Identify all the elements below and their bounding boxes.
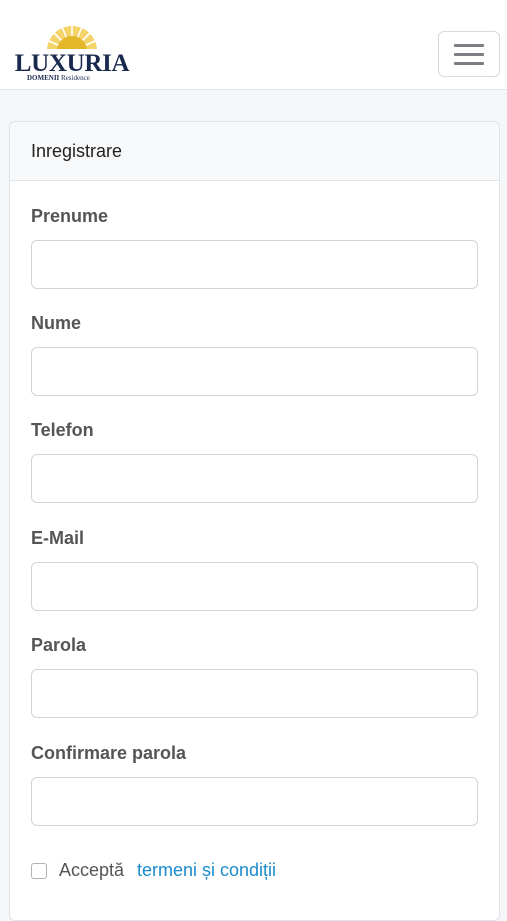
terms-checkbox[interactable] xyxy=(31,863,47,879)
label-email: E-Mail xyxy=(31,528,85,548)
card-title: Inregistrare xyxy=(31,141,123,161)
email-input[interactable] xyxy=(31,562,478,611)
password-input[interactable] xyxy=(31,669,478,718)
label-last-name: Nume xyxy=(31,313,82,333)
first-name-input[interactable] xyxy=(31,240,478,289)
label-phone: Telefon xyxy=(31,420,94,440)
card-header: Inregistrare xyxy=(10,122,499,181)
last-name-input[interactable] xyxy=(31,347,478,396)
terms-label: Acceptă xyxy=(59,860,125,880)
terms-link[interactable]: termeni și condiții xyxy=(137,860,276,881)
phone-input[interactable] xyxy=(31,454,478,503)
navbar: LUXURIA DOMENII Residence xyxy=(0,0,507,90)
label-first-name: Prenume xyxy=(31,206,109,226)
sunburst-logo-icon xyxy=(46,24,98,52)
hamburger-menu-button[interactable] xyxy=(438,31,500,77)
label-password: Parola xyxy=(31,635,87,655)
confirm-password-input[interactable] xyxy=(31,777,478,826)
logo-subtitle: DOMENII Residence xyxy=(27,74,90,82)
logo-wordmark: LUXURIA xyxy=(14,50,130,77)
hamburger-menu-icon xyxy=(454,44,484,47)
registration-card: Inregistrare Prenume Nume Telefon E-Mail… xyxy=(9,121,500,921)
label-confirm-password: Confirmare parola xyxy=(31,743,187,763)
luxuria-logo[interactable]: LUXURIA DOMENII Residence xyxy=(13,22,133,84)
